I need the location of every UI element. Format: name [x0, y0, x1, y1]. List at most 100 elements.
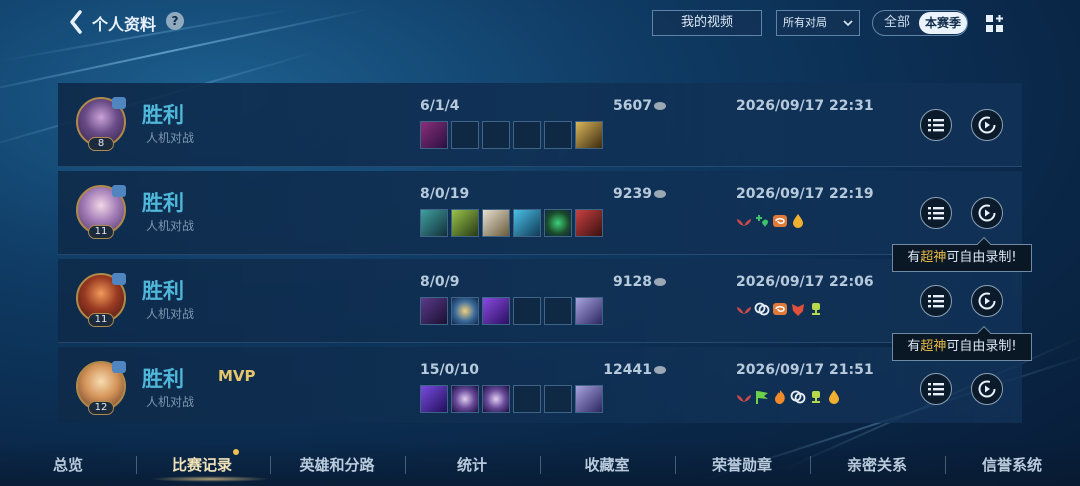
mvp-badge: MVP — [218, 367, 256, 385]
toggle-all[interactable]: 全部 — [873, 11, 921, 35]
list-icon — [928, 383, 944, 396]
swirl-badge-icon — [772, 301, 788, 317]
tab-relationships[interactable]: 亲密关系 — [827, 454, 927, 475]
item-rune-disc-icon — [482, 385, 510, 413]
flag-badge-icon — [754, 389, 770, 405]
season-toggle: 全部 本赛季 — [872, 10, 968, 36]
flame-drop-badge-icon — [826, 389, 842, 405]
item-slot-empty — [482, 121, 510, 149]
item-winged-blade-icon — [482, 209, 510, 237]
replay-icon — [978, 292, 996, 310]
page-title: 个人资料 — [92, 15, 157, 34]
replay-button[interactable] — [971, 373, 1003, 405]
item-green-ring-icon — [544, 209, 572, 237]
match-datetime: 2026/09/17 22:06 — [736, 274, 874, 290]
item-slot-empty — [544, 121, 572, 149]
match-row[interactable]: 8 胜利 人机对战 6/1/4 5607 2026/09/17 22:31 — [58, 83, 1022, 167]
kda: 8/0/9 — [420, 274, 460, 290]
tab-divider — [675, 456, 676, 474]
tab-overview[interactable]: 总览 — [18, 454, 118, 475]
match-row[interactable]: 12 胜利 人机对战 MVP 15/0/10 12441 2026/09/17 … — [58, 347, 1022, 423]
layout-grid-icon[interactable] — [985, 14, 1005, 34]
list-icon — [928, 119, 944, 132]
lotus-badge-icon — [736, 213, 752, 229]
tab-divider — [270, 456, 271, 474]
list-icon — [928, 295, 944, 308]
record-tooltip: 有超神可自由录制! — [892, 325, 1032, 361]
kda: 8/0/19 — [420, 186, 470, 202]
replay-button[interactable] — [971, 285, 1003, 317]
gold-amount: 9128 — [594, 274, 666, 290]
tooltip-suffix: 可自由录制! — [946, 250, 1017, 265]
tooltip-suffix: 可自由录制! — [946, 339, 1017, 354]
match-history-list: 8 胜利 人机对战 6/1/4 5607 2026/09/17 22:31 11… — [58, 83, 1022, 423]
item-slot-empty — [513, 297, 541, 325]
tooltip-highlight: 超神 — [920, 339, 947, 354]
help-icon[interactable]: ? — [166, 12, 184, 30]
chevron-down-icon — [843, 11, 853, 45]
match-mode: 人机对战 — [146, 131, 195, 145]
match-detail-button[interactable] — [920, 285, 952, 317]
gold-icon — [654, 102, 666, 110]
back-arrow-icon — [70, 10, 82, 34]
tooltip-prefix: 有 — [907, 250, 921, 265]
my-videos-button[interactable]: 我的视频 — [652, 10, 762, 36]
party-icon — [112, 185, 126, 197]
flame-drop-badge-icon — [790, 213, 806, 229]
crest-badge-icon — [790, 301, 806, 317]
item-violet-gem-icon — [420, 385, 448, 413]
match-result: 胜利 — [142, 191, 184, 215]
match-detail-button[interactable] — [920, 197, 952, 229]
match-detail-button[interactable] — [920, 373, 952, 405]
match-datetime: 2026/09/17 22:19 — [736, 186, 874, 202]
fire-badge-icon — [772, 389, 788, 405]
match-datetime: 2026/09/17 21:51 — [736, 362, 874, 378]
match-filter-select[interactable]: 所有对局 — [776, 10, 860, 36]
party-icon — [112, 361, 126, 373]
item-gold-boots-icon — [575, 121, 603, 149]
item-violet-wand-icon — [482, 297, 510, 325]
trophy-badge-icon — [808, 301, 824, 317]
replay-button[interactable] — [971, 109, 1003, 141]
tab-collection[interactable]: 收藏室 — [557, 454, 657, 475]
tab-heroes-and-lanes[interactable]: 英雄和分路 — [287, 454, 387, 475]
tab-match-history[interactable]: 比赛记录 — [152, 454, 252, 475]
hero-level: 11 — [88, 225, 114, 239]
tab-divider — [540, 456, 541, 474]
tab-divider — [810, 456, 811, 474]
tab-honor-medals[interactable]: 荣誉勋章 — [692, 454, 792, 475]
item-red-boots-icon — [575, 209, 603, 237]
replay-icon — [978, 116, 996, 134]
gold-amount: 12441 — [594, 362, 666, 378]
tooltip-highlight: 超神 — [920, 250, 947, 265]
match-result: 胜利 — [142, 279, 184, 303]
tab-statistics[interactable]: 统计 — [422, 454, 522, 475]
match-row[interactable]: 11 胜利 人机对战 8/0/19 9239 2026/09/17 22:19 — [58, 171, 1022, 255]
match-detail-button[interactable] — [920, 109, 952, 141]
toggle-this-season[interactable]: 本赛季 — [919, 12, 967, 34]
tab-credit-system[interactable]: 信誉系统 — [962, 454, 1062, 475]
item-dark-blade-icon — [420, 297, 448, 325]
match-result: 胜利 — [142, 367, 184, 391]
match-result: 胜利 — [142, 103, 184, 127]
tab-divider — [945, 456, 946, 474]
list-icon — [928, 207, 944, 220]
item-slot-empty — [544, 385, 572, 413]
replay-icon — [978, 204, 996, 222]
tab-divider — [405, 456, 406, 474]
gold-amount: 5607 — [594, 98, 666, 114]
active-tab-glow — [150, 476, 270, 482]
lotus-badge-icon — [736, 301, 752, 317]
gold-amount: 9239 — [594, 186, 666, 202]
item-rune-disc-icon — [451, 385, 479, 413]
match-row[interactable]: 11 胜利 人机对战 8/0/9 9128 2026/09/17 22:06 — [58, 259, 1022, 343]
tooltip-prefix: 有 — [907, 339, 921, 354]
chain-badge-icon — [790, 389, 806, 405]
item-purple-blade-icon — [420, 121, 448, 149]
replay-button[interactable] — [971, 197, 1003, 229]
kda: 15/0/10 — [420, 362, 479, 378]
back-button[interactable] — [68, 9, 90, 35]
match-mode: 人机对战 — [146, 307, 195, 321]
item-slot-empty — [513, 385, 541, 413]
item-cyan-shield-icon — [451, 297, 479, 325]
